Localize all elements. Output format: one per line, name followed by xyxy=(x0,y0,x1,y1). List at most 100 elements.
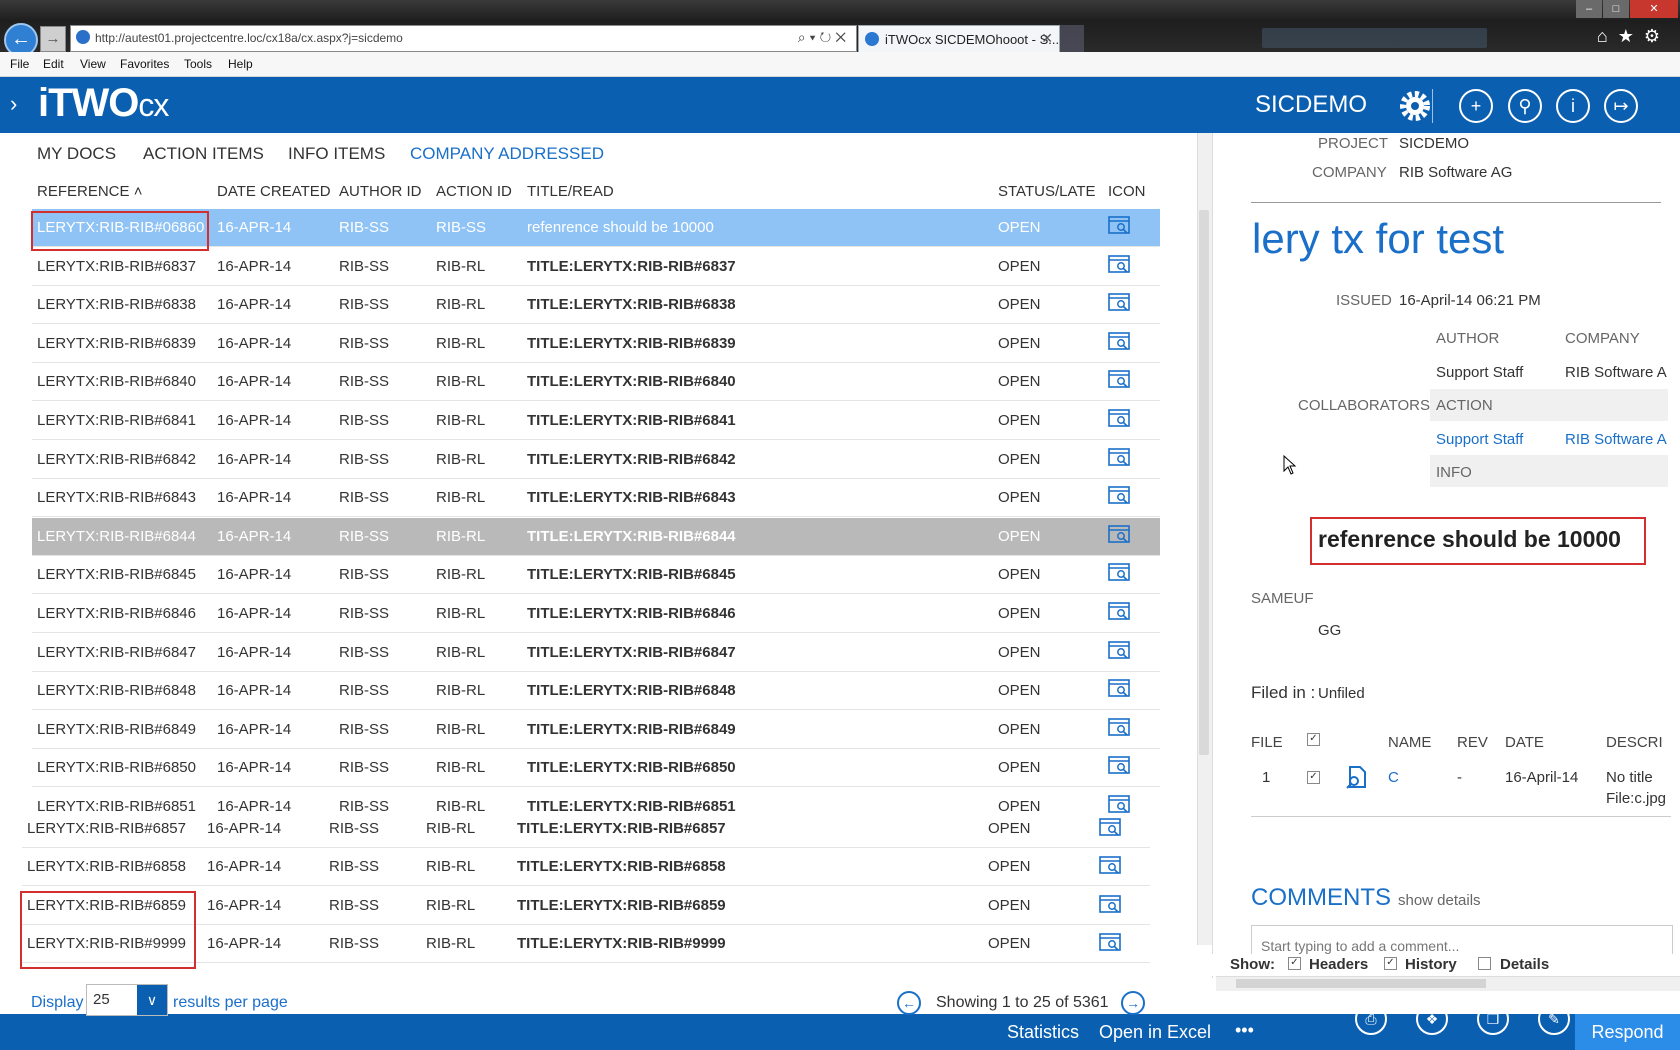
view-document-icon[interactable] xyxy=(1108,331,1130,352)
table-row[interactable]: LERYTX:RIB-RIB#6839 16-APR-14 RIB-SS RIB-RL… xyxy=(32,325,1160,363)
view-document-icon[interactable] xyxy=(1108,486,1130,506)
table-row[interactable]: LERYTX:RIB-RIB#6844 16-APR-14 RIB-SS RIB-RL… xyxy=(32,517,1160,556)
table-row[interactable]: LERYTX:RIB-RIB#6837 16-APR-14 RIB-SS RIB-RL… xyxy=(32,248,1160,286)
table-row[interactable]: LERYTX:RIB-RIB#6840 16-APR-14 RIB-SS RIB-RL… xyxy=(32,363,1160,402)
chevron-down-icon[interactable]: ∨ xyxy=(137,985,167,1015)
view-document-icon[interactable] xyxy=(1108,679,1130,699)
view-document-icon[interactable] xyxy=(1108,717,1130,738)
address-tools-icon[interactable]: ⌕▾↻✕ xyxy=(798,29,850,46)
prev-page-icon[interactable]: ← xyxy=(897,991,921,1015)
row-action: RIB-RL xyxy=(436,257,486,275)
copy-icon[interactable]: ❐ xyxy=(1477,1003,1509,1035)
detail-scrollbar[interactable] xyxy=(1216,976,1680,991)
table-row[interactable]: LERYTX:RIB-RIB#6846 16-APR-14 RIB-SS RIB-RL… xyxy=(32,595,1160,633)
view-document-icon[interactable] xyxy=(1099,933,1121,953)
table-row[interactable]: LERYTX:RIB-RIB#6847 16-APR-14 RIB-SS RIB-RL… xyxy=(32,634,1160,672)
respond-button[interactable]: Respond xyxy=(1575,1014,1680,1050)
edit-icon[interactable]: ✎ xyxy=(1538,1003,1570,1035)
menu-view[interactable]: View xyxy=(80,57,106,71)
view-document-icon[interactable] xyxy=(1108,563,1130,583)
details-option[interactable]: Details xyxy=(1500,956,1549,973)
tab-close-icon[interactable]: ✕ xyxy=(1041,30,1053,47)
per-page-select[interactable]: 25 ∨ xyxy=(86,984,168,1016)
more-icon[interactable]: ••• xyxy=(1235,1020,1254,1041)
view-document-icon[interactable] xyxy=(1099,894,1121,915)
gear-icon[interactable] xyxy=(1398,89,1432,123)
minimize-icon[interactable]: – xyxy=(1576,0,1602,18)
action-person-link[interactable]: Support Staff xyxy=(1436,431,1523,448)
table-row[interactable]: LERYTX:RIB-RIB#6843 16-APR-14 RIB-SS RIB-RL… xyxy=(32,479,1160,518)
view-document-icon[interactable] xyxy=(1108,254,1130,275)
expand-chevron-icon[interactable]: › xyxy=(10,91,17,117)
row-action: RIB-RL xyxy=(436,296,486,314)
col-header-date[interactable]: DATE CREATED xyxy=(217,183,331,200)
table-row[interactable]: LERYTX:RIB-RIB#6845 16-APR-14 RIB-SS RIB-RL… xyxy=(32,556,1160,595)
view-document-icon[interactable] xyxy=(1108,370,1130,390)
history-option[interactable]: History xyxy=(1405,956,1457,973)
menu-file[interactable]: File xyxy=(10,57,29,71)
statistics-button[interactable]: Statistics xyxy=(1007,1022,1079,1043)
view-document-icon[interactable] xyxy=(1108,524,1130,545)
menu-help[interactable]: Help xyxy=(228,57,253,71)
view-document-icon[interactable] xyxy=(1108,640,1130,661)
col-header-author[interactable]: AUTHOR ID xyxy=(339,183,422,200)
menu-favorites[interactable]: Favorites xyxy=(120,57,169,71)
view-document-icon[interactable] xyxy=(1108,756,1130,776)
view-document-icon[interactable] xyxy=(1108,409,1130,429)
headers-option[interactable]: Headers xyxy=(1309,956,1368,973)
table-row[interactable]: LERYTX:RIB-RIB#6850 16-APR-14 RIB-SS RIB-RL… xyxy=(32,749,1160,788)
details-checkbox[interactable] xyxy=(1478,957,1491,970)
detail-scrollbar-thumb[interactable] xyxy=(1236,979,1486,988)
view-document-icon[interactable] xyxy=(1108,447,1130,468)
select-all-checkbox[interactable]: ✓ xyxy=(1307,733,1320,746)
table-row[interactable]: LERYTX:RIB-RIB#6838 16-APR-14 RIB-SS RIB-RL… xyxy=(32,286,1160,325)
new-tab-button[interactable] xyxy=(1060,25,1084,52)
view-document-icon[interactable] xyxy=(1099,818,1121,838)
logout-icon[interactable]: ↦ xyxy=(1604,89,1638,123)
file-name-link[interactable]: C xyxy=(1388,769,1399,786)
menu-edit[interactable]: Edit xyxy=(43,57,64,71)
history-checkbox[interactable]: ✓ xyxy=(1384,957,1397,970)
background-tab[interactable] xyxy=(1262,28,1487,48)
show-details-link[interactable]: show details xyxy=(1398,892,1481,909)
table-row[interactable]: LERYTX:RIB-RIB#6858 16-APR-14 RIB-SS RIB-RL… xyxy=(22,848,1150,887)
table-row[interactable]: LERYTX:RIB-RIB#6842 16-APR-14 RIB-SS RIB-RL… xyxy=(32,441,1160,479)
table-row[interactable]: LERYTX:RIB-RIB#6848 16-APR-14 RIB-SS RIB-RL… xyxy=(32,672,1160,711)
forward-button[interactable]: → xyxy=(40,26,66,52)
info-icon[interactable]: i xyxy=(1556,89,1590,123)
table-row[interactable]: LERYTX:RIB-RIB#6841 16-APR-14 RIB-SS RIB-RL… xyxy=(32,402,1160,440)
col-header-title[interactable]: TITLE/READ xyxy=(527,183,614,200)
project-name[interactable]: SICDEMO xyxy=(1255,91,1367,119)
col-header-icon[interactable]: ICON xyxy=(1108,183,1146,200)
tab-action-items[interactable]: ACTION ITEMS xyxy=(143,144,264,164)
menu-tools[interactable]: Tools xyxy=(184,57,212,71)
add-icon[interactable]: + xyxy=(1459,89,1493,123)
browser-toolbar-icons[interactable]: ⌂★⚙ xyxy=(1597,26,1670,47)
table-row[interactable]: LERYTX:RIB-RIB#6857 16-APR-14 RIB-SS RIB-RL… xyxy=(22,810,1150,848)
browser-tab[interactable]: iTWOcx SICDEMOhooot - S... ✕ xyxy=(858,25,1060,53)
address-bar[interactable]: http://autest01.projectcentre.loc/cx18a/… xyxy=(70,25,857,52)
col-header-reference[interactable]: REFERENCE ˄ xyxy=(37,183,142,200)
col-header-action[interactable]: ACTION ID xyxy=(436,183,512,200)
share-icon[interactable]: ❖ xyxy=(1416,1003,1448,1035)
print-icon[interactable]: ⎙ xyxy=(1355,1003,1387,1035)
next-page-icon[interactable]: → xyxy=(1121,991,1145,1015)
col-header-status[interactable]: STATUS/LATE xyxy=(998,183,1096,200)
open-in-excel-button[interactable]: Open in Excel xyxy=(1099,1022,1211,1043)
tab-info-items[interactable]: INFO ITEMS xyxy=(288,144,385,164)
view-document-icon[interactable] xyxy=(1108,293,1130,313)
tab-company-addressed[interactable]: COMPANY ADDRESSED xyxy=(410,144,604,164)
headers-checkbox[interactable]: ✓ xyxy=(1288,957,1301,970)
action-company-link[interactable]: RIB Software A xyxy=(1565,431,1667,448)
view-document-icon[interactable] xyxy=(1108,216,1130,236)
list-scrollbar-thumb[interactable] xyxy=(1199,210,1209,755)
file-checkbox[interactable]: ✓ xyxy=(1307,771,1320,784)
file-preview-icon[interactable] xyxy=(1344,765,1368,789)
tab-my-docs[interactable]: MY DOCS xyxy=(37,144,116,164)
close-window-icon[interactable]: ✕ xyxy=(1630,0,1678,18)
maximize-icon[interactable]: □ xyxy=(1603,0,1629,18)
view-document-icon[interactable] xyxy=(1099,856,1121,876)
table-row[interactable]: LERYTX:RIB-RIB#6849 16-APR-14 RIB-SS RIB-RL… xyxy=(32,711,1160,749)
search-icon[interactable]: ⚲ xyxy=(1508,89,1542,123)
view-document-icon[interactable] xyxy=(1108,602,1130,622)
